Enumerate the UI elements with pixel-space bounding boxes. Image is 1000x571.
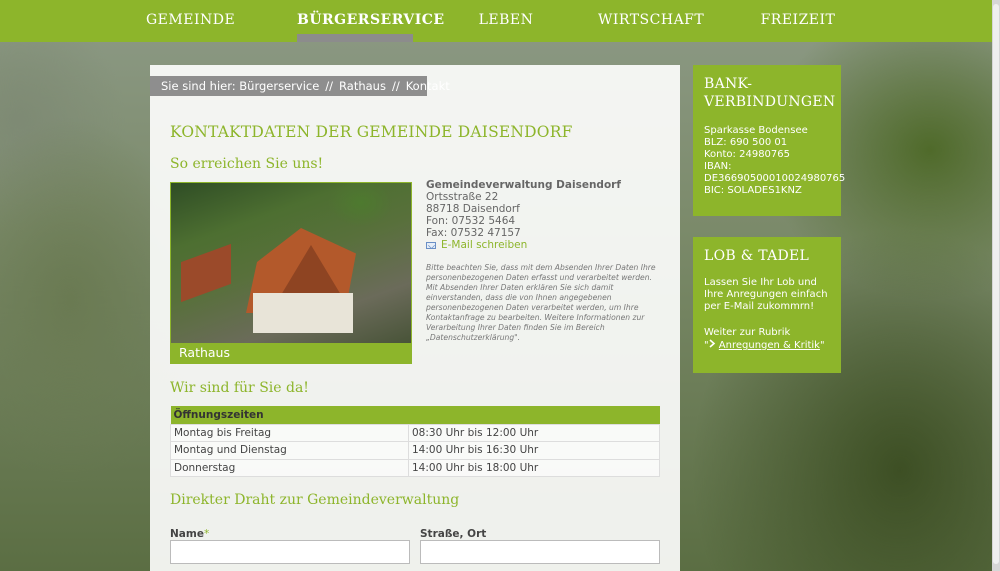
bank-blz: BLZ: 690 500 01	[704, 137, 788, 148]
arrow-right-icon	[709, 339, 715, 348]
name-field-label: Name*	[170, 528, 210, 540]
address-phone: Fon: 07532 5464	[426, 215, 516, 227]
table-cell-time: 08:30 Uhr bis 12:00 Uhr	[408, 423, 660, 442]
nav-item-leben[interactable]: LEBEN	[470, 0, 542, 42]
address-fax: Fax: 07532 47157	[426, 227, 521, 239]
photo-caption: Rathaus	[171, 343, 411, 363]
scrollbar-thumb[interactable]	[993, 4, 999, 564]
breadcrumb-separator: //	[391, 79, 400, 93]
table-cell-time: 14:00 Uhr bis 18:00 Uhr	[408, 458, 660, 477]
rathaus-photo: Rathaus	[170, 182, 412, 364]
required-marker: *	[203, 528, 210, 540]
table-row: Montag und Dienstag 14:00 Uhr bis 16:30 …	[170, 441, 660, 460]
bank-title-line1: BANK-	[704, 76, 753, 92]
name-input[interactable]	[170, 540, 410, 564]
breadcrumb-item-buergerservice[interactable]: Bürgerservice	[239, 79, 319, 93]
nav-item-wirtschaft[interactable]: WIRTSCHAFT	[598, 0, 704, 42]
table-row: Montag bis Freitag 08:30 Uhr bis 12:00 U…	[170, 423, 660, 442]
active-nav-indicator	[297, 34, 413, 42]
bank-iban-label: IBAN:	[704, 161, 732, 172]
top-navigation: GEMEINDE BÜRGERSERVICE LEBEN WIRTSCHAFT …	[0, 0, 992, 42]
breadcrumb-item-kontakt: Kontakt	[405, 79, 450, 93]
email-link-label[interactable]: E-Mail schreiben	[441, 239, 527, 251]
nav-item-freizeit[interactable]: FREIZEIT	[760, 0, 836, 42]
page-scrollbar[interactable]	[992, 0, 1000, 571]
hours-heading: Wir sind für Sie da!	[170, 380, 309, 396]
table-row: Donnerstag 14:00 Uhr bis 18:00 Uhr	[170, 458, 660, 477]
table-header: Öffnungszeiten	[170, 406, 660, 424]
street-city-input[interactable]	[420, 540, 660, 564]
address-street: Ortsstraße 22	[426, 191, 499, 203]
feedback-link[interactable]: Anregungen & Kritik	[719, 340, 820, 351]
nav-item-gemeinde[interactable]: GEMEINDE	[146, 0, 235, 42]
bank-konto: Konto: 24980765	[704, 149, 791, 160]
bank-iban: DE36690500010024980765	[704, 173, 846, 184]
opening-hours-table: Öffnungszeiten Montag bis Freitag 08:30 …	[170, 406, 660, 477]
table-cell-time: 14:00 Uhr bis 16:30 Uhr	[408, 441, 660, 460]
bank-title-line2: VERBINDUNGEN	[704, 94, 836, 110]
main-content: Sie sind hier: Bürgerservice // Rathaus // K…	[150, 65, 680, 571]
breadcrumb-prefix: Sie sind hier:	[161, 79, 236, 93]
bank-name: Sparkasse Bodensee	[704, 125, 808, 136]
bank-bic: BIC: SOLADES1KNZ	[704, 185, 802, 196]
email-link[interactable]: E-Mail schreiben	[426, 239, 676, 251]
privacy-note: Bitte beachten Sie, dass mit dem Absende…	[426, 263, 656, 342]
street-field-label: Straße, Ort	[420, 528, 487, 540]
address-org: Gemeindeverwaltung Daisendorf	[426, 179, 621, 191]
breadcrumb-item-rathaus[interactable]: Rathaus	[339, 79, 386, 93]
feedback-text: Lassen Sie Ihr Lob und Ihre Anregungen e…	[704, 277, 828, 312]
breadcrumb-separator: //	[325, 79, 334, 93]
address-city: 88718 Daisendorf	[426, 203, 520, 215]
reach-heading: So erreichen Sie uns!	[170, 156, 324, 172]
table-cell-day: Montag und Dienstag	[170, 441, 409, 460]
address-block: Gemeindeverwaltung Daisendorf Ortsstraße…	[426, 179, 676, 251]
form-heading: Direkter Draht zur Gemeindeverwaltung	[170, 492, 460, 508]
breadcrumb: Sie sind hier: Bürgerservice // Rathaus // K…	[150, 76, 450, 96]
bank-box: BANK- VERBINDUNGEN Sparkasse Bodensee BL…	[693, 65, 846, 216]
feedback-box: LOB & TADEL Lassen Sie Ihr Lob und Ihre …	[693, 237, 841, 373]
quote-close: "	[819, 340, 825, 351]
page-title: KONTAKTDATEN DER GEMEINDE DAISENDORF	[170, 123, 573, 141]
table-cell-day: Donnerstag	[170, 458, 409, 477]
table-cell-day: Montag bis Freitag	[170, 423, 409, 442]
rubric-text: Weiter zur Rubrik	[704, 327, 791, 338]
feedback-title: LOB & TADEL	[704, 248, 810, 264]
envelope-icon	[426, 241, 436, 249]
